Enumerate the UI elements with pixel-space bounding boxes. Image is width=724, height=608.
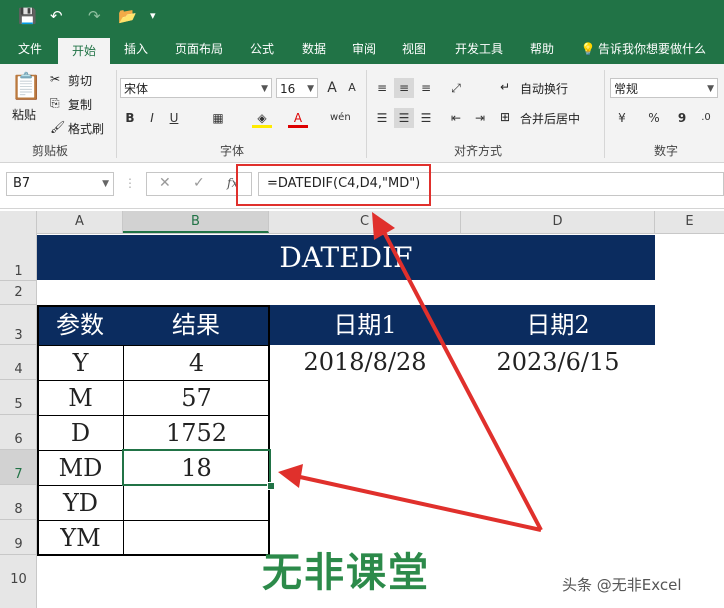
- arrow-head-icon: [278, 464, 303, 488]
- watermark-logo: 无非课堂: [262, 550, 430, 596]
- annotation-arrows: [278, 212, 543, 532]
- arrow-head-icon: [372, 212, 395, 240]
- arrow-to-formula: [382, 231, 543, 531]
- arrow-to-result: [299, 475, 542, 532]
- author-watermark: 头条 @无非Excel: [562, 576, 682, 594]
